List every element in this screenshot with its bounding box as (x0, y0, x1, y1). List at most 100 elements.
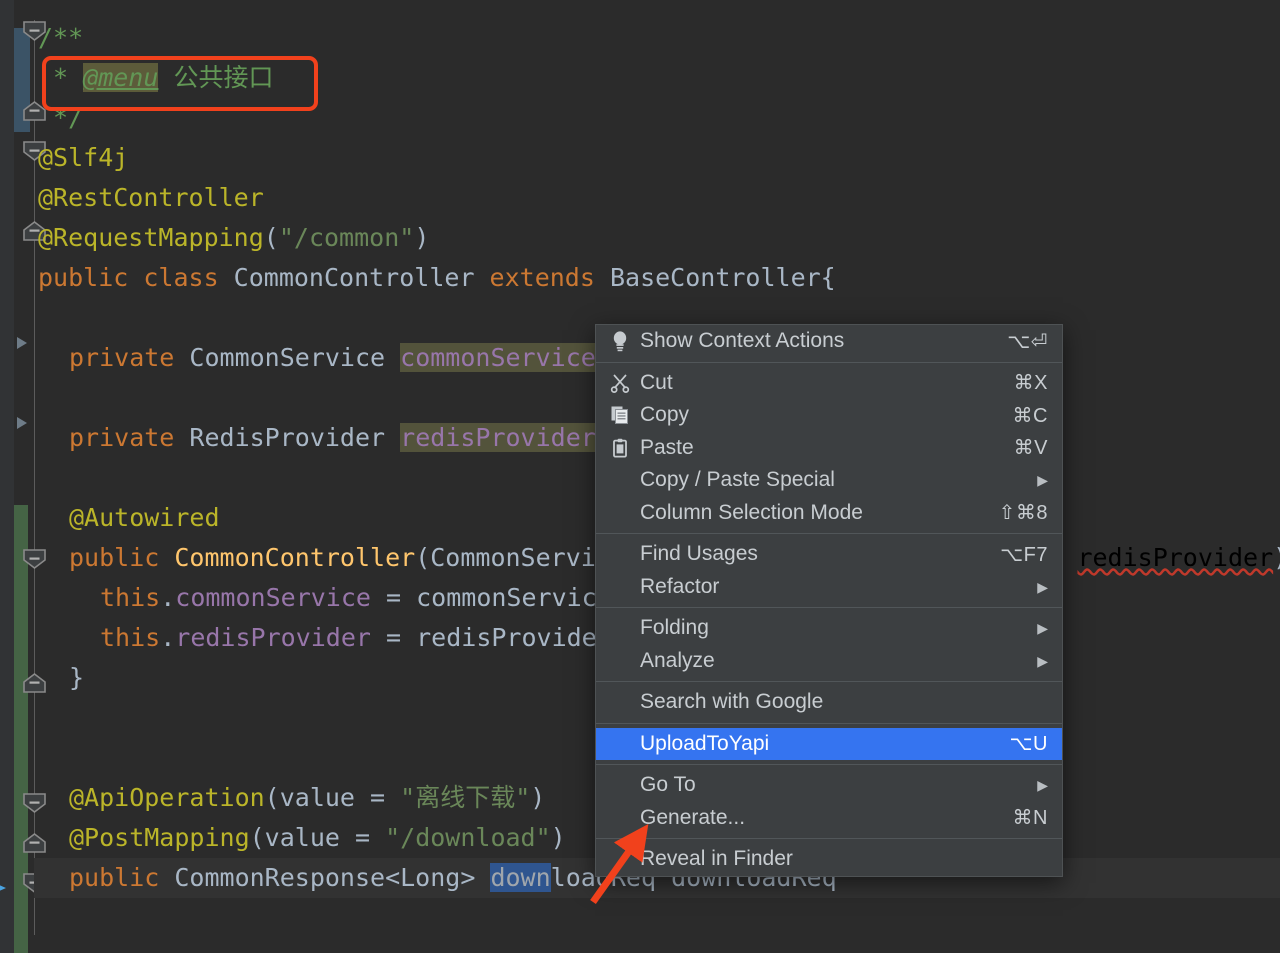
code-token: public (69, 543, 175, 572)
code-token: class (143, 263, 234, 292)
menu-item-label: Refactor (640, 574, 720, 598)
code-line[interactable]: * @menu 公共接口 (0, 58, 1280, 98)
code-token: @PostMapping (69, 823, 250, 852)
code-token: ( (263, 223, 279, 252)
paste-icon (606, 438, 634, 458)
menu-item-show-context-actions[interactable]: Show Context Actions ⌥⏎ (596, 325, 1062, 358)
code-token: ) { (1273, 543, 1280, 572)
code-line[interactable]: /** (0, 18, 1280, 58)
editor-context-menu[interactable]: Show Context Actions ⌥⏎ Cut ⌘X Copy ⌘C Paste ⌘V… (595, 324, 1063, 877)
menu-item-label: Copy / Paste Special (640, 468, 835, 492)
code-token: CommonController (233, 263, 490, 292)
code-token: * (38, 63, 84, 92)
code-token: redisProvider (400, 423, 596, 452)
menu-item-label: Reveal in Finder (640, 847, 793, 871)
menu-item-label: Folding (640, 616, 709, 640)
chevron-right-icon: ▶ (1037, 652, 1048, 669)
code-line[interactable]: @RequestMapping("/common") (0, 218, 1280, 258)
menu-item-analyze[interactable]: Analyze ▶ (596, 645, 1062, 678)
menu-item-uploadtoyapi[interactable]: UploadToYapi ⌥U (596, 727, 1062, 760)
code-line[interactable]: @RestController (0, 178, 1280, 218)
menu-item-refactor[interactable]: Refactor ▶ (596, 571, 1062, 604)
code-token: . (160, 583, 176, 612)
code-token: . (160, 623, 176, 652)
chevron-right-icon: ▶ (1037, 777, 1048, 794)
code-token: extends (489, 263, 610, 292)
menu-item-shortcut: ⌥U (1009, 733, 1048, 756)
copy-icon (606, 405, 634, 425)
menu-separator (596, 607, 1062, 608)
code-token: "/download" (385, 823, 551, 852)
code-token: private (69, 343, 190, 372)
menu-item-folding[interactable]: Folding ▶ (596, 612, 1062, 645)
menu-item-go-to[interactable]: Go To ▶ (596, 769, 1062, 802)
code-token: /** (38, 23, 84, 52)
menu-item-copy-paste-special[interactable]: Copy / Paste Special ▶ (596, 464, 1062, 497)
menu-item-label: Column Selection Mode (640, 500, 863, 524)
menu-item-cut[interactable]: Cut ⌘X (596, 367, 1062, 400)
code-token: @Slf4j (38, 143, 129, 172)
code-line[interactable]: @Slf4j (0, 138, 1280, 178)
screenshot-root: /** * @menu 公共接口 */ @Slf4j @RestController… (0, 0, 1280, 953)
menu-item-shortcut: ⇧⌘8 (998, 502, 1048, 525)
menu-item-label: Copy (640, 403, 690, 427)
code-token: ) (530, 783, 546, 812)
code-token: private (69, 423, 190, 452)
menu-item-label: Generate... (640, 805, 746, 829)
code-token: RedisProvider (189, 423, 401, 452)
menu-separator (596, 722, 1062, 724)
code-token: CommonController (174, 543, 416, 572)
menu-item-label: Cut (640, 370, 673, 394)
code-token: @Autowired (69, 503, 220, 532)
code-token: redisProvider (1077, 543, 1274, 572)
code-line[interactable]: public class CommonController extends Ba… (0, 258, 1280, 298)
code-token: (value = (249, 823, 386, 852)
menu-item-label: Find Usages (640, 542, 758, 566)
menu-separator (596, 533, 1062, 534)
code-token: @menu (83, 63, 159, 92)
code-token: this (100, 623, 161, 652)
code-token: = (370, 623, 417, 652)
menu-item-column-selection-mode[interactable]: Column Selection Mode ⇧⌘8 (596, 497, 1062, 530)
code-token: "/common" (278, 223, 415, 252)
code-token: ) (550, 823, 566, 852)
menu-item-shortcut: ⌘N (1012, 807, 1048, 830)
code-token: commonService (400, 343, 596, 372)
code-token: (value = (264, 783, 401, 812)
menu-item-label: UploadToYapi (640, 731, 770, 755)
code-token: ) (414, 223, 430, 252)
menu-item-label: Go To (640, 773, 696, 797)
menu-item-shortcut: ⌥⏎ (1007, 330, 1048, 353)
menu-separator (596, 681, 1062, 682)
menu-item-shortcut: ⌘V (1013, 437, 1048, 460)
menu-item-paste[interactable]: Paste ⌘V (596, 432, 1062, 465)
code-token: 公共接口 (158, 63, 274, 92)
code-line[interactable]: */ (0, 98, 1280, 138)
menu-separator (596, 764, 1062, 765)
menu-item-find-usages[interactable]: Find Usages ⌥F7 (596, 538, 1062, 571)
code-token: down (490, 863, 551, 892)
menu-item-label: Search with Google (640, 690, 824, 714)
chevron-right-icon: ▶ (1037, 620, 1048, 637)
menu-item-label: Analyze (640, 648, 715, 672)
code-token: this (100, 583, 161, 612)
code-token: public (69, 863, 175, 892)
code-token: @RestController (38, 183, 264, 212)
code-token: = (370, 583, 417, 612)
menu-item-reveal-in-finder[interactable]: Reveal in Finder (596, 843, 1062, 876)
chevron-right-icon: ▶ (1037, 472, 1048, 489)
code-token: BaseController{ (609, 263, 836, 292)
menu-item-label: Paste (640, 435, 694, 459)
code-token: @RequestMapping (38, 223, 264, 252)
menu-item-shortcut: ⌘X (1013, 372, 1048, 395)
menu-separator (596, 838, 1062, 839)
menu-item-generate[interactable]: Generate... ⌘N (596, 802, 1062, 835)
menu-item-search-with-google[interactable]: Search with Google (596, 686, 1062, 719)
lightbulb-icon (606, 330, 634, 352)
menu-item-shortcut: ⌥F7 (1000, 543, 1048, 566)
code-token: } (69, 663, 85, 692)
code-token: CommonService (189, 343, 401, 372)
menu-item-copy[interactable]: Copy ⌘C (596, 399, 1062, 432)
code-token: public (38, 263, 144, 292)
code-token: CommonResponse<Long> (174, 863, 491, 892)
